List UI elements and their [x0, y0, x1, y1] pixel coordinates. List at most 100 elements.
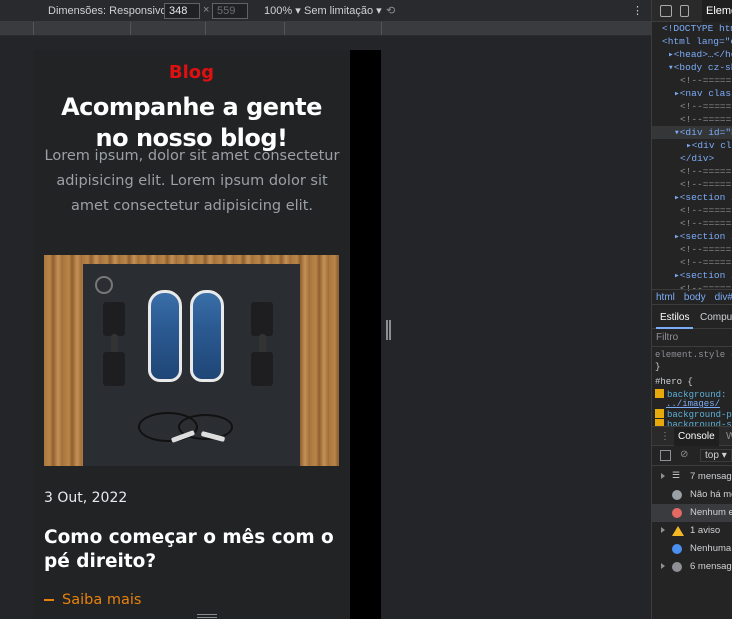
breadcrumb-item[interactable]: body [684, 292, 706, 303]
console-toolbar: ⊘ top ▾ [652, 446, 732, 466]
throttle-dropdown[interactable]: Sem limitação ▾ [304, 4, 382, 17]
dom-node[interactable]: ▸<section ic [674, 191, 732, 204]
dom-node[interactable]: <!--=====SE [680, 217, 732, 230]
context-select[interactable]: top ▾ [700, 449, 732, 462]
section-tag: Blog [168, 62, 215, 83]
media-query-ruler [0, 22, 651, 36]
post-title[interactable]: Como começar o mês com o pé direito? [44, 526, 339, 574]
dom-node[interactable]: ▾<body cz-shor [668, 61, 732, 74]
read-more-link[interactable]: Saiba mais [44, 592, 141, 608]
tab-elements[interactable]: Eleme [702, 0, 732, 22]
dumbbell-handle [111, 334, 118, 354]
post-title-line: Como começar o mês com o [44, 527, 334, 548]
device-toggle-icon[interactable] [680, 5, 689, 17]
breadcrumb: html body div# [652, 289, 732, 305]
checkbox-icon[interactable] [655, 409, 664, 418]
rotate-icon[interactable]: ⟲ [386, 4, 395, 17]
console-row-label: Não há me [690, 489, 732, 500]
list-icon: ☰ [672, 470, 681, 480]
console-row[interactable]: Nenhum e [652, 504, 732, 522]
sidebar-toggle-icon[interactable] [660, 450, 671, 461]
console-row[interactable]: 1 aviso [652, 522, 732, 540]
dom-node[interactable]: <!--=====/H [680, 165, 732, 178]
clear-console-icon[interactable]: ⊘ [680, 449, 688, 460]
drawer-menu-icon[interactable]: ⋮ [656, 427, 674, 446]
dom-node[interactable]: <!DOCTYPE html [662, 22, 732, 35]
style-rule-line: } [655, 362, 661, 372]
console-row[interactable]: ☰ 7 mensage [652, 468, 732, 486]
checkbox-icon[interactable] [655, 389, 664, 398]
styles-filter-input[interactable]: Filtro [652, 329, 732, 347]
style-rule-line: element.style { [655, 350, 732, 360]
dumbbell-head [103, 352, 125, 386]
tab-styles[interactable]: Estilos [656, 307, 694, 329]
dom-node[interactable]: <!--=====/SE [680, 243, 732, 256]
console-row-label: 7 mensage [690, 471, 732, 482]
resize-handle[interactable] [386, 320, 391, 340]
dom-node[interactable]: <!--=====NA [680, 74, 732, 87]
error-icon [672, 508, 682, 518]
dom-node[interactable]: ▸<nav class= [674, 87, 732, 100]
dom-node[interactable]: ▸<head>…</head [668, 48, 732, 61]
style-rule-line: #hero { [655, 377, 693, 387]
dimensions-dropdown[interactable]: Dimensões: Responsivo ▾ [48, 4, 175, 17]
shoe-icon [190, 290, 224, 382]
times-sign: × [203, 4, 210, 16]
yoga-mat [83, 264, 300, 466]
post-image[interactable] [44, 255, 339, 466]
dom-node[interactable]: <!--=====HE [680, 113, 732, 126]
dom-node[interactable]: ▸<section ic [674, 230, 732, 243]
dom-node[interactable]: ▸<div clas [686, 139, 732, 152]
context-label: top [705, 450, 719, 461]
dom-node[interactable]: ▾<div id="he [674, 126, 732, 139]
hero-description: Lorem ipsum, dolor sit amet consectetur … [41, 144, 343, 219]
post-date: 3 Out, 2022 [44, 490, 128, 506]
tab-computed[interactable]: Computa [696, 307, 732, 329]
shoe-icon [148, 290, 182, 382]
chevron-down-icon: ▾ [295, 5, 301, 17]
warning-icon [672, 526, 684, 536]
more-options-icon[interactable]: ⋮ [632, 4, 643, 17]
console-row[interactable]: Nenhuma i [652, 540, 732, 558]
user-icon [672, 490, 682, 500]
bug-icon [672, 562, 682, 572]
width-input[interactable]: 348 [164, 3, 200, 19]
read-more-label: Saiba mais [62, 592, 142, 608]
mat-logo-icon [95, 276, 113, 294]
hero-title-line: Acompanhe a gente [61, 93, 322, 121]
bottom-resize-handle[interactable] [197, 614, 217, 618]
dom-node[interactable]: <!--=====F [680, 256, 732, 269]
device-toolbar: Dimensões: Responsivo ▾ 348 × 559 100% ▾… [0, 0, 651, 22]
dom-node[interactable]: </div> [680, 152, 714, 165]
device-stage: Blog Acompanhe a gente no nosso blog! Lo… [0, 36, 651, 619]
tab-console[interactable]: Console [674, 427, 719, 446]
expand-arrow-icon [661, 563, 665, 569]
inspect-icon[interactable] [660, 5, 672, 17]
dom-node[interactable]: <!--=====/ [680, 100, 732, 113]
hero-desc-line: adipisicing elit. Lorem ipsum dolor sit [56, 173, 328, 189]
dom-node[interactable]: ▸<section ic [674, 269, 732, 282]
viewport-overflow [350, 50, 381, 619]
console-row[interactable]: Não há me [652, 486, 732, 504]
dash-icon [44, 599, 54, 601]
dom-node[interactable]: <!--=====/A [680, 178, 732, 191]
breadcrumb-item[interactable]: div# [715, 292, 732, 303]
devtools-panel: Eleme <!DOCTYPE html<html lang="en▸<head… [651, 0, 732, 619]
breadcrumb-item[interactable]: html [656, 292, 675, 303]
throttle-label: Sem limitação [304, 5, 374, 17]
chevron-down-icon: ▾ [376, 5, 382, 17]
console-row-label: 1 aviso [690, 525, 721, 536]
console-row[interactable]: 6 mensage [652, 558, 732, 576]
hero-desc-line: amet consectetur adipisicing elit. [71, 198, 313, 214]
device-viewport: Blog Acompanhe a gente no nosso blog! Lo… [33, 50, 381, 619]
dumbbell-head [251, 352, 273, 386]
height-input[interactable]: 559 [212, 3, 248, 19]
styles-tabbar: Estilos Computa [652, 307, 732, 329]
tab-whats-new[interactable]: W [722, 427, 732, 446]
dom-node[interactable]: <!--=====/A [680, 204, 732, 217]
dom-node[interactable]: <html lang="en [662, 35, 732, 48]
zoom-label: 100% [264, 5, 293, 17]
zoom-dropdown[interactable]: 100% ▾ [264, 4, 301, 17]
console-row-label: Nenhum e [690, 507, 732, 518]
hero-desc-line: Lorem ipsum, dolor sit amet consectetur [44, 148, 340, 164]
